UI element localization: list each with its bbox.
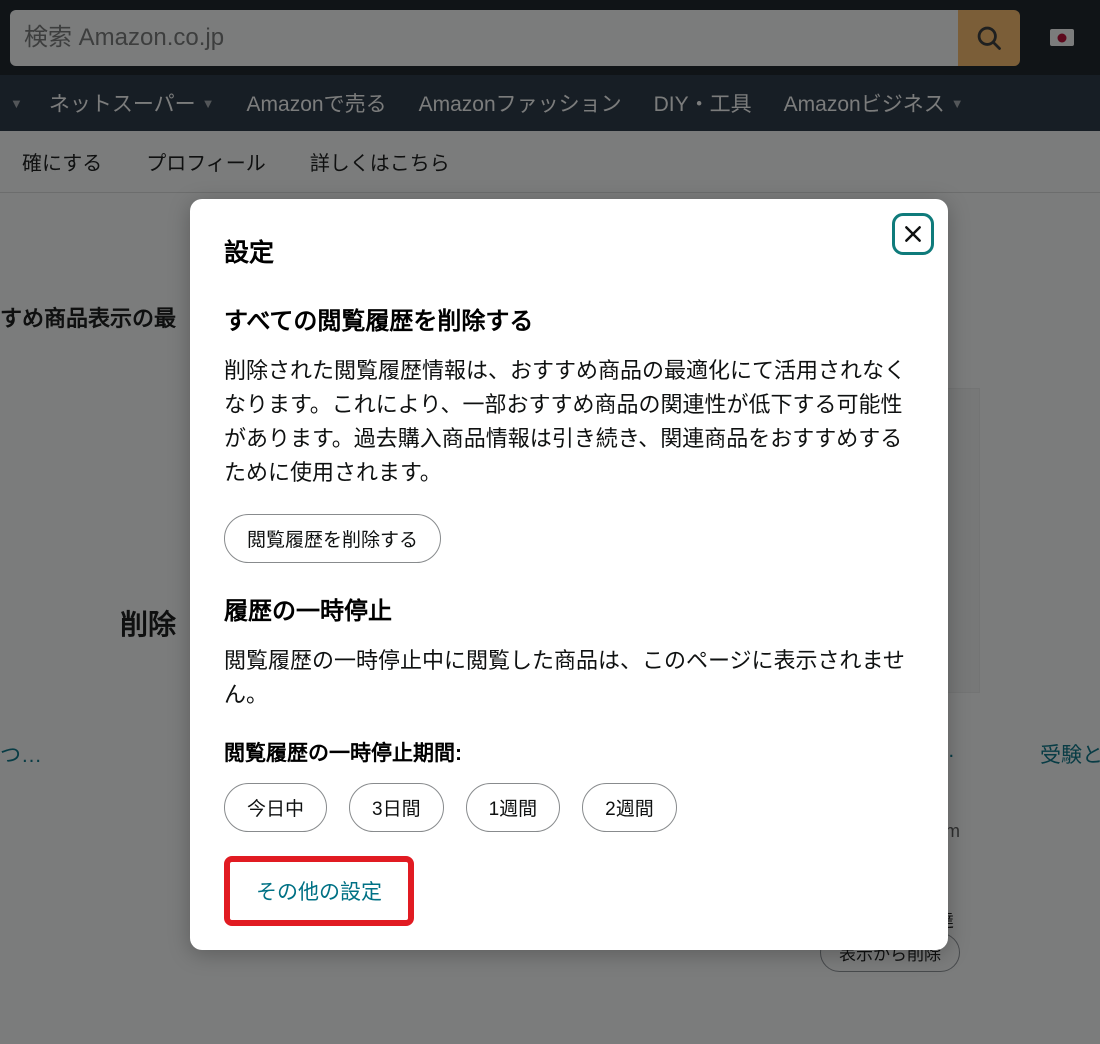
pause-duration-label: 閲覧履歴の一時停止期間: xyxy=(224,737,914,767)
pause-history-heading: 履歴の一時停止 xyxy=(224,591,914,626)
delete-history-description: 削除された閲覧履歴情報は、おすすめ商品の最適化にて活用されなくなります。これによ… xyxy=(224,354,914,490)
delete-history-button[interactable]: 閲覧履歴を削除する xyxy=(224,514,441,563)
pause-option-1week[interactable]: 1週間 xyxy=(466,783,561,832)
pause-option-2weeks[interactable]: 2週間 xyxy=(582,783,677,832)
delete-history-heading: すべての閲覧履歴を削除する xyxy=(224,301,914,336)
pause-history-description: 閲覧履歴の一時停止中に閲覧した商品は、このページに表示されません。 xyxy=(224,644,914,712)
pause-option-today[interactable]: 今日中 xyxy=(224,783,327,832)
close-icon xyxy=(903,224,923,244)
pause-option-3days[interactable]: 3日間 xyxy=(349,783,444,832)
other-settings-link[interactable]: その他の設定 xyxy=(250,878,388,907)
modal-title: 設定 xyxy=(224,233,914,269)
annotation-highlight: その他の設定 xyxy=(224,856,414,926)
close-button[interactable] xyxy=(892,213,934,255)
pause-duration-options: 今日中 3日間 1週間 2週間 xyxy=(224,783,914,832)
settings-modal: 設定 すべての閲覧履歴を削除する 削除された閲覧履歴情報は、おすすめ商品の最適化… xyxy=(190,199,948,950)
